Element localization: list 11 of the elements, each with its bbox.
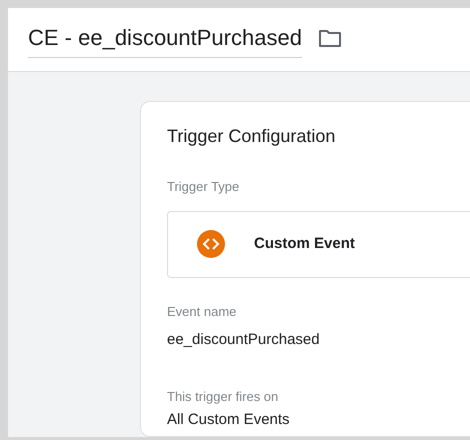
title-field[interactable]: CE - ee_discountPurchased bbox=[28, 21, 302, 58]
card-title: Trigger Configuration bbox=[167, 125, 336, 148]
field-label: This trigger fires on bbox=[167, 388, 280, 406]
code-icon bbox=[196, 229, 226, 259]
field-label: Trigger Type bbox=[167, 178, 240, 196]
trigger-type-selector[interactable]: Custom Event bbox=[167, 210, 470, 278]
event-name-value: ee_discountPurchased bbox=[167, 330, 321, 350]
field-label: Event name bbox=[167, 302, 238, 320]
trigger-type-name: Custom Event bbox=[254, 234, 355, 254]
folder-icon[interactable] bbox=[318, 28, 342, 48]
fires-on-value: All Custom Events bbox=[167, 410, 291, 430]
